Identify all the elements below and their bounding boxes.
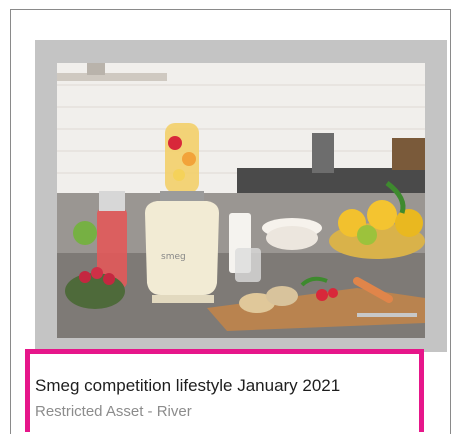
svg-text:smeg: smeg [161, 252, 186, 262]
asset-title[interactable]: Smeg competition lifestyle January 2021 [35, 376, 340, 396]
card-border [450, 9, 451, 434]
card-border [10, 9, 451, 10]
asset-subtitle: Restricted Asset - River [35, 403, 192, 420]
asset-card-page: smeg Smeg competition lifestyle January … [0, 0, 460, 434]
card-border [10, 9, 11, 434]
asset-thumbnail-image[interactable]: smeg [57, 63, 425, 338]
